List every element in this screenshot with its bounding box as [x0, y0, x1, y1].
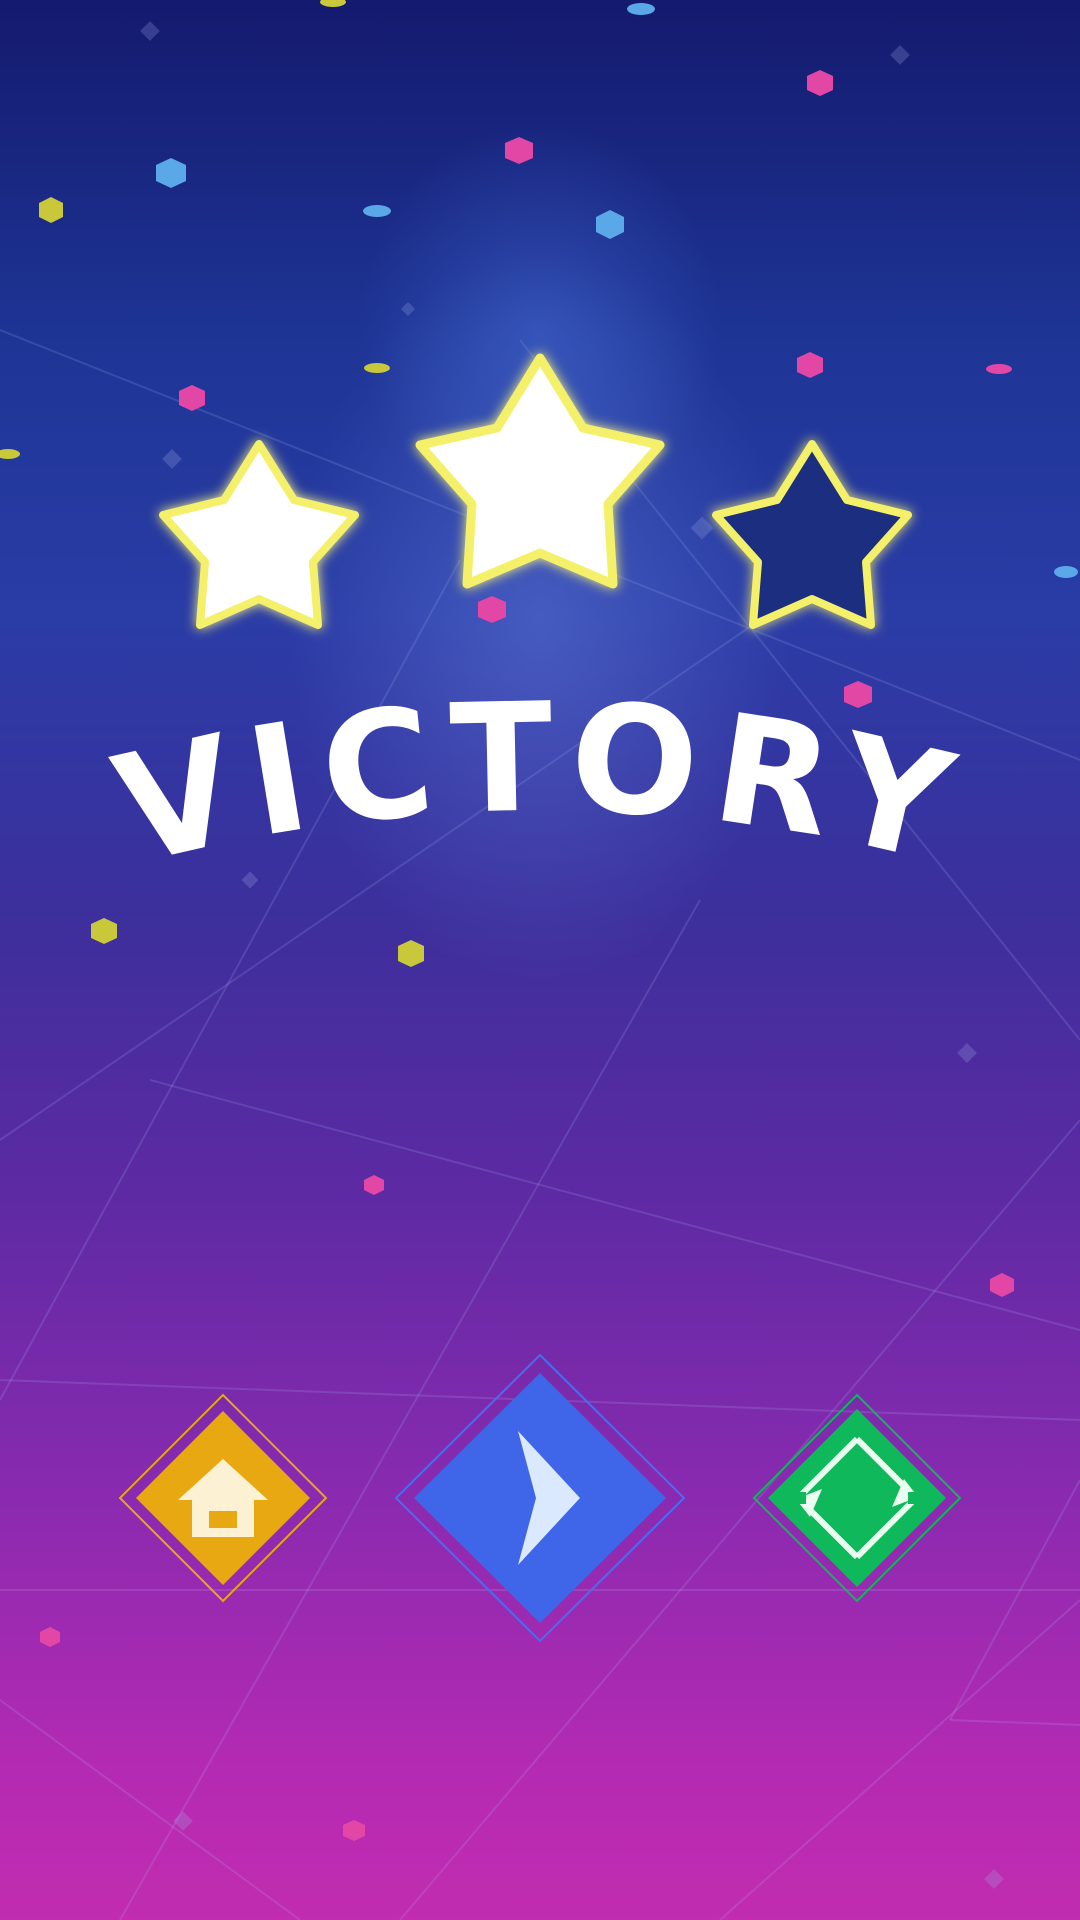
- confetti-piece: [596, 210, 624, 239]
- next-level-button[interactable]: [394, 1353, 686, 1643]
- confetti-piece: [364, 1175, 384, 1195]
- confetti-piece: [40, 1627, 60, 1647]
- confetti-piece: [156, 158, 186, 188]
- home-button[interactable]: [118, 1393, 328, 1603]
- star-rating: [159, 353, 912, 629]
- star-3-icon: [712, 440, 912, 629]
- star-1-icon: [159, 440, 359, 629]
- confetti-piece: [807, 70, 833, 96]
- confetti-piece: [505, 137, 533, 164]
- confetti-piece: [343, 1820, 365, 1841]
- confetti-piece: [39, 197, 63, 223]
- victory-title: VICTORY: [101, 671, 979, 899]
- victory-title-text: VICTORY: [101, 671, 979, 899]
- restart-button[interactable]: [752, 1393, 962, 1603]
- confetti-piece: [990, 1273, 1014, 1297]
- star-2-icon: [415, 353, 665, 589]
